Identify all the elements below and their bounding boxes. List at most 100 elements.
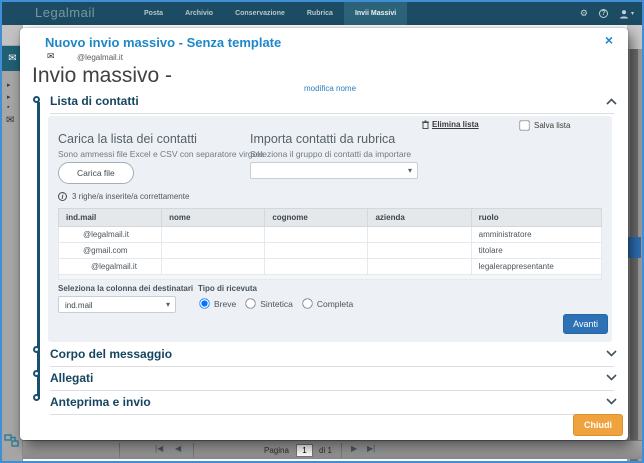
- recipient-column-label: Seleziona la colonna dei destinatari: [58, 284, 193, 293]
- table-row: @gmail.com titolare: [59, 243, 602, 259]
- sidebar-tree-glyph: ▸: [7, 93, 11, 101]
- nav-item-conservazione[interactable]: Conservazione: [224, 2, 296, 25]
- chevron-down-icon: [606, 350, 617, 357]
- top-navbar: Legalmail Posta Archivio Conservazione R…: [2, 2, 642, 25]
- first-page-button[interactable]: |◀: [155, 444, 163, 453]
- next-page-button[interactable]: ▶: [351, 444, 357, 453]
- page-title: Invio massivo -: [32, 64, 172, 88]
- save-list-checkbox[interactable]: [519, 120, 529, 130]
- nav-item-archivio[interactable]: Archivio: [174, 2, 224, 25]
- chevron-down-icon: ▾: [631, 10, 634, 17]
- section-lista-di-contatti[interactable]: Lista di contatti: [48, 90, 614, 112]
- next-button[interactable]: Avanti: [563, 314, 608, 334]
- section-label: Anteprima e invio: [50, 395, 151, 409]
- sender-email: @legalmail.it: [77, 53, 123, 62]
- app-window: Legalmail Posta Archivio Conservazione R…: [0, 0, 644, 463]
- legalmail-logo[interactable]: Legalmail: [35, 5, 125, 25]
- import-result-message: i 3 righe/a inserite/a correttamente: [58, 192, 189, 201]
- user-menu[interactable]: ▾: [619, 9, 634, 19]
- caret-down-icon: ▾: [408, 166, 412, 175]
- sidebar-folder-icon: ▪: [7, 104, 9, 111]
- envelope-icon: ✉: [47, 51, 55, 62]
- table-footer-strip: [59, 275, 602, 280]
- cell-ruolo: legalerappresentante: [471, 259, 601, 275]
- settings-gear-icon[interactable]: ⚙: [580, 9, 588, 18]
- prev-page-button[interactable]: ◀: [175, 444, 181, 453]
- section-corpo-del-messaggio[interactable]: Corpo del messaggio: [48, 342, 614, 366]
- page-label: Pagina: [264, 446, 289, 455]
- divider: [50, 414, 614, 415]
- divider: [50, 113, 614, 114]
- table-header-row: ind.mail nome cognome azienda ruolo: [59, 209, 602, 227]
- radio-sintetica[interactable]: [246, 298, 256, 308]
- cell-indmail: @gmail.com: [59, 243, 162, 259]
- nav-item-invii-massivi[interactable]: Invii Massivi: [344, 2, 407, 25]
- col-header-cognome: cognome: [265, 209, 368, 227]
- close-modal-button[interactable]: Chiudi: [573, 414, 623, 436]
- share-network-icon[interactable]: [4, 433, 20, 454]
- section-label: Allegati: [50, 371, 93, 385]
- nav-item-posta[interactable]: Posta: [133, 2, 174, 25]
- cell-nome: [162, 227, 265, 243]
- background-right-strip: [627, 25, 642, 461]
- contacts-table: ind.mail nome cognome azienda ruolo @leg…: [58, 208, 602, 280]
- last-page-button[interactable]: ▶|: [367, 444, 375, 453]
- contact-group-dropdown[interactable]: ▾: [250, 162, 418, 179]
- chevron-down-icon: [606, 374, 617, 381]
- receipt-type-label: Tipo di ricevuta: [198, 284, 257, 293]
- step-bullet-1: [33, 96, 40, 103]
- radio-completa-label: Completa: [317, 299, 353, 309]
- col-header-indmail: ind.mail: [59, 209, 162, 227]
- section-label: Lista di contatti: [50, 94, 139, 108]
- import-subtitle: Seleziona il gruppo di contatti da impor…: [250, 149, 411, 159]
- background-blue-button: [628, 237, 641, 258]
- pagination-toolbar: |◀ ◀ Pagina di 1 ▶ ▶|: [23, 440, 642, 459]
- cell-nome: [162, 259, 265, 275]
- cell-ruolo: amministratore: [471, 227, 601, 243]
- sidebar-envelope-icon[interactable]: ✉: [6, 115, 14, 126]
- help-icon[interactable]: ?: [599, 9, 608, 18]
- info-text: 3 righe/a inserite/a correttamente: [72, 192, 189, 201]
- table-row: @legalmail.it legalerappresentante: [59, 259, 602, 275]
- radio-breve[interactable]: [199, 298, 209, 308]
- close-icon[interactable]: ×: [605, 33, 613, 47]
- info-icon: i: [58, 192, 67, 201]
- cell-cognome: [265, 243, 368, 259]
- cell-indmail: @legalmail.it: [59, 259, 162, 275]
- radio-sintetica-label: Sintetica: [260, 299, 293, 309]
- step-bullet-2: [33, 346, 40, 353]
- modal-title: Nuovo invio massivo - Senza template: [45, 35, 281, 50]
- cell-ruolo: titolare: [471, 243, 601, 259]
- recipient-column-dropdown[interactable]: ind.mail ▾: [58, 296, 176, 313]
- cell-nome: [162, 243, 265, 259]
- section-anteprima-e-invio[interactable]: Anteprima e invio: [48, 390, 614, 414]
- sidebar-tree-glyph: ▸: [7, 81, 11, 89]
- stepper-line: [37, 102, 40, 399]
- upload-file-button[interactable]: Carica file: [58, 162, 134, 184]
- navbar-right-icons: ⚙ ? ▾: [580, 2, 634, 25]
- toolbar-separator: [341, 443, 342, 458]
- cell-azienda: [368, 243, 471, 259]
- receipt-type-options: Breve Sintetica Completa: [198, 297, 353, 310]
- import-title: Importa contatti da rubrica: [250, 132, 395, 146]
- chevron-down-icon: [606, 398, 617, 405]
- step-bullet-3: [33, 370, 40, 377]
- bulk-send-modal: Nuovo invio massivo - Senza template × ✉…: [20, 28, 628, 440]
- col-header-azienda: azienda: [368, 209, 471, 227]
- table-row: @legalmail.it amministratore: [59, 227, 602, 243]
- main-nav: Posta Archivio Conservazione Rubrica Inv…: [133, 2, 407, 25]
- page-number-input[interactable]: [296, 444, 313, 457]
- section-allegati[interactable]: Allegati: [48, 366, 614, 390]
- delete-list-link[interactable]: Elimina lista: [422, 120, 479, 129]
- nav-item-rubrica[interactable]: Rubrica: [296, 2, 344, 25]
- cell-cognome: [265, 227, 368, 243]
- radio-completa[interactable]: [302, 298, 312, 308]
- section-label: Corpo del messaggio: [50, 347, 172, 361]
- right-strip-top: [627, 25, 642, 49]
- toolbar-separator: [193, 443, 194, 458]
- cell-azienda: [368, 259, 471, 275]
- caret-down-icon: ▾: [166, 300, 170, 309]
- col-header-nome: nome: [162, 209, 265, 227]
- chevron-up-icon: [606, 98, 617, 105]
- save-list-label: Salva lista: [534, 121, 570, 130]
